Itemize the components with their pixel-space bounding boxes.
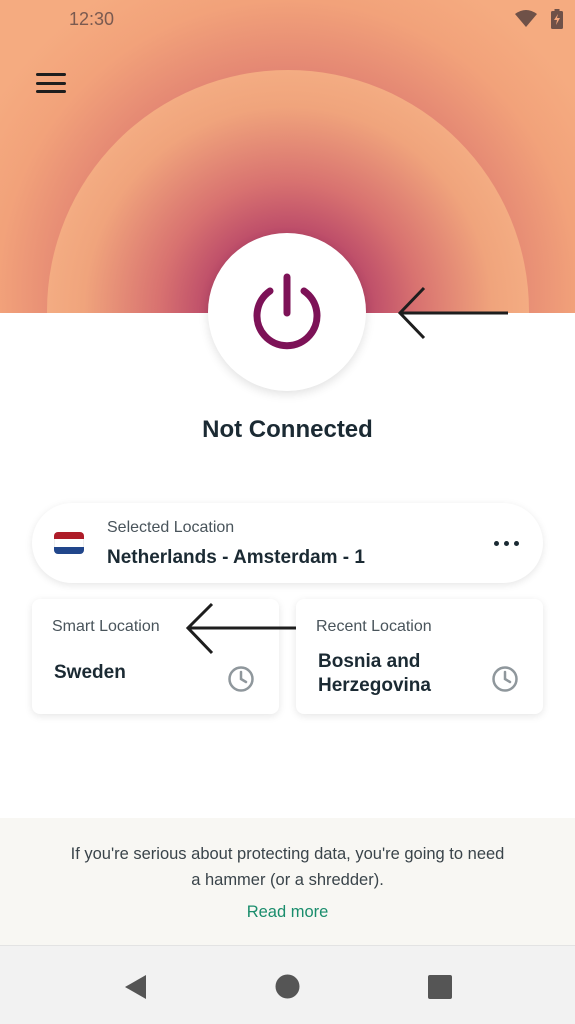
hamburger-menu-icon[interactable] bbox=[34, 70, 68, 96]
battery-charging-icon bbox=[551, 9, 563, 29]
read-more-link[interactable]: Read more bbox=[0, 903, 575, 922]
more-options-icon[interactable] bbox=[494, 541, 519, 546]
clock-icon bbox=[492, 666, 518, 692]
status-time: 12:30 bbox=[69, 9, 115, 29]
annotation-arrow-icon bbox=[185, 602, 296, 655]
recent-location-value-line1: Bosnia and bbox=[318, 651, 421, 672]
recents-icon[interactable] bbox=[428, 975, 452, 999]
banner-text: If you're serious about protecting data,… bbox=[70, 845, 505, 889]
netherlands-flag-icon bbox=[54, 532, 84, 554]
system-nav-bar bbox=[0, 945, 575, 1024]
status-icons bbox=[515, 9, 563, 29]
back-icon[interactable] bbox=[124, 974, 148, 1000]
selected-location-card[interactable]: Selected Location Netherlands - Amsterda… bbox=[32, 503, 543, 583]
power-icon bbox=[253, 273, 321, 350]
selected-location-value: Netherlands - Amsterdam - 1 bbox=[107, 547, 365, 568]
recent-location-label: Recent Location bbox=[316, 618, 432, 635]
annotation-arrow-icon bbox=[397, 286, 508, 340]
recent-location-value-line2: Herzegovina bbox=[318, 675, 431, 696]
recent-location-card[interactable]: Recent Location Bosnia and Herzegovina bbox=[296, 599, 543, 714]
smart-location-value: Sweden bbox=[54, 662, 126, 683]
smart-location-label: Smart Location bbox=[52, 618, 160, 635]
selected-location-label: Selected Location bbox=[107, 519, 235, 536]
power-button[interactable] bbox=[208, 233, 366, 391]
home-icon[interactable] bbox=[275, 974, 300, 999]
connection-status: Not Connected bbox=[202, 416, 373, 443]
wifi-icon bbox=[515, 10, 537, 27]
info-banner: If you're serious about protecting data,… bbox=[0, 818, 575, 945]
clock-icon bbox=[228, 666, 254, 692]
